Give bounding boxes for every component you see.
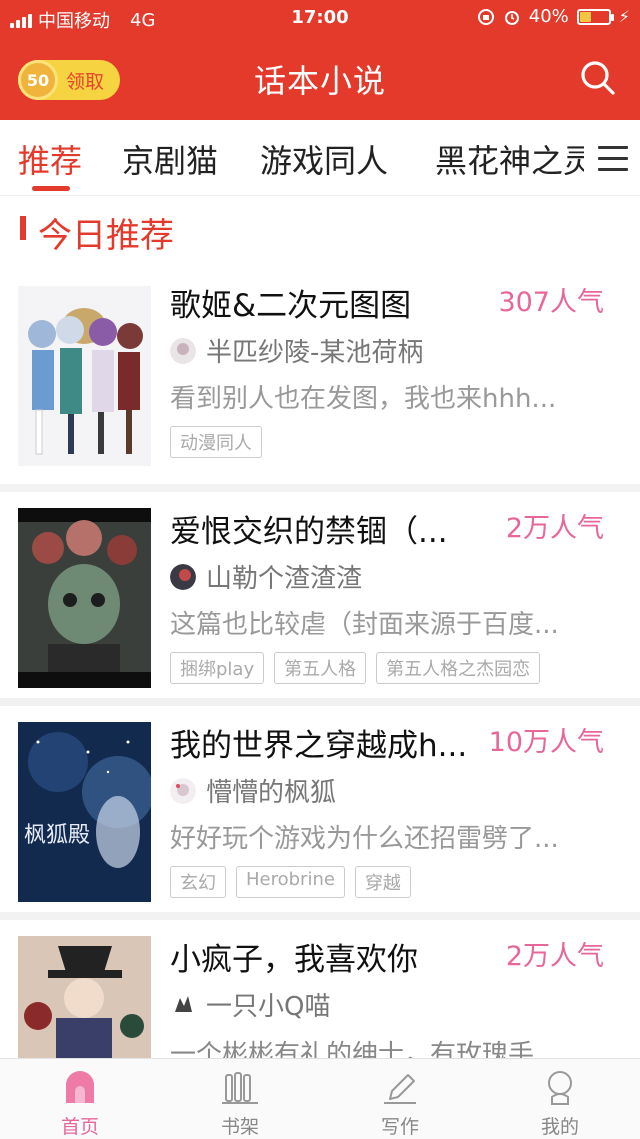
author-row[interactable]: 山勒个渣渣渣 <box>170 558 362 595</box>
section-marker <box>20 216 26 240</box>
book-description: 这篇也比较虐（封面来源于百度... <box>170 610 559 640</box>
pen-icon <box>384 1074 416 1104</box>
book-cover[interactable] <box>18 936 151 1060</box>
author-row[interactable]: 半匹纱陵-某池荷柄 <box>170 332 423 369</box>
book-popularity: 307人气 <box>498 287 604 318</box>
home-icon <box>66 1071 94 1103</box>
category-tabs: 推荐 京剧猫 游戏同人 黑花神之灵 <box>0 120 640 196</box>
author-avatar <box>170 337 196 364</box>
book-card[interactable]: 歌姬&二次元图图 307人气 半匹纱陵-某池荷柄 看到别人也在发图，我也来hhh… <box>0 266 640 492</box>
alarm-icon <box>504 10 519 25</box>
tabbar-home-label: 首页 <box>60 1116 99 1138</box>
card-divider <box>0 484 640 492</box>
tab-game-fanfic[interactable]: 游戏同人 <box>260 136 388 182</box>
battery-percent: 40% <box>528 6 569 27</box>
author-avatar <box>170 991 196 1018</box>
status-bar: 中国移动 4G 17:00 40% ⚡ <box>0 0 640 36</box>
book-cover[interactable]: 枫狐殿 <box>18 722 151 902</box>
battery-icon <box>576 8 614 25</box>
book-tags: 动漫同人 <box>170 426 262 458</box>
section-header: 今日推荐 <box>0 196 640 266</box>
tab-black-flower[interactable]: 黑花神之灵 <box>435 136 595 182</box>
bottom-tab-bar: 首页 书架 写作 我的 <box>0 1058 640 1139</box>
active-tab-indicator <box>32 186 70 191</box>
app-header: 50 领取 话本小说 <box>0 36 640 120</box>
section-title: 今日推荐 <box>38 216 174 256</box>
author-name: 半匹纱陵-某池荷柄 <box>206 338 424 368</box>
cover-image: 枫狐殿 <box>18 722 151 902</box>
profile-icon <box>548 1071 572 1105</box>
author-name: 山勒个渣渣渣 <box>206 564 363 594</box>
book-cover[interactable] <box>18 508 151 688</box>
book-tag[interactable]: Herobrine <box>236 866 345 898</box>
book-description: 好好玩个游戏为什么还招雷劈了... <box>170 824 559 854</box>
tabbar-bookshelf-label: 书架 <box>220 1116 259 1138</box>
category-menu-icon[interactable] <box>598 146 628 172</box>
book-title: 小疯子，我喜欢你 <box>170 942 418 978</box>
book-tag[interactable]: 第五人格之杰园恋 <box>376 652 541 684</box>
card-divider <box>0 698 640 706</box>
book-description: 一个彬彬有礼的绅士，有玫瑰手... <box>170 1040 559 1060</box>
author-row[interactable]: 一只小Q喵 <box>170 986 330 1023</box>
book-card[interactable]: 小疯子，我喜欢你 2万人气 一只小Q喵 一个彬彬有礼的绅士，有玫瑰手... <box>0 920 640 1060</box>
book-popularity: 2万人气 <box>505 513 604 544</box>
author-name: 懵懵的枫狐 <box>206 778 337 808</box>
book-tag[interactable]: 玄幻 <box>170 866 226 898</box>
search-icon[interactable] <box>578 58 618 98</box>
book-title: 爱恨交织的禁锢（... <box>170 514 448 550</box>
author-row[interactable]: 懵懵的枫狐 <box>170 772 336 809</box>
book-popularity: 10万人气 <box>488 727 604 758</box>
tabbar-bookshelf[interactable]: 书架 <box>190 1067 290 1139</box>
tabbar-write-label: 写作 <box>380 1116 419 1138</box>
tabbar-home[interactable]: 首页 <box>30 1067 130 1139</box>
author-avatar <box>170 563 196 590</box>
book-tags: 捆绑play 第五人格 第五人格之杰园恋 <box>170 652 541 684</box>
card-divider <box>0 912 640 920</box>
book-tag[interactable]: 穿越 <box>354 866 411 898</box>
status-right: 40% ⚡ <box>477 6 630 27</box>
battery-level <box>579 11 591 22</box>
tabbar-profile[interactable]: 我的 <box>510 1067 610 1139</box>
cover-title: 枫狐殿 <box>24 823 90 848</box>
tabbar-profile-label: 我的 <box>540 1116 579 1138</box>
book-tag[interactable]: 捆绑play <box>170 652 265 684</box>
book-cover[interactable] <box>18 286 151 466</box>
author-avatar <box>170 777 196 804</box>
book-card[interactable]: 枫狐殿 我的世界之穿越成h... 10万人气 懵懵的枫狐 好好玩个游戏为什么还招… <box>0 706 640 920</box>
book-tags: 玄幻 Herobrine 穿越 <box>170 866 411 898</box>
charging-icon: ⚡ <box>618 7 630 26</box>
book-description: 看到别人也在发图，我也来hhh... <box>170 384 557 414</box>
cover-image <box>18 936 151 1060</box>
app-title: 话本小说 <box>253 62 386 100</box>
orientation-lock-icon <box>477 8 494 25</box>
book-title: 歌姬&二次元图图 <box>170 288 412 324</box>
book-popularity: 2万人气 <box>505 941 604 972</box>
book-card[interactable]: 爱恨交织的禁锢（... 2万人气 山勒个渣渣渣 这篇也比较虐（封面来源于百度..… <box>0 492 640 706</box>
cover-image <box>18 286 151 466</box>
bookshelf-icon <box>222 1072 258 1104</box>
author-name: 一只小Q喵 <box>206 992 331 1022</box>
tab-peking-opera-cat[interactable]: 京剧猫 <box>122 136 218 182</box>
book-tag[interactable]: 第五人格 <box>274 652 367 684</box>
book-title: 我的世界之穿越成h... <box>170 728 468 764</box>
tabbar-write[interactable]: 写作 <box>350 1067 450 1139</box>
book-tag[interactable]: 动漫同人 <box>170 426 262 458</box>
cover-image <box>18 508 151 688</box>
tab-recommend[interactable]: 推荐 <box>18 136 82 182</box>
